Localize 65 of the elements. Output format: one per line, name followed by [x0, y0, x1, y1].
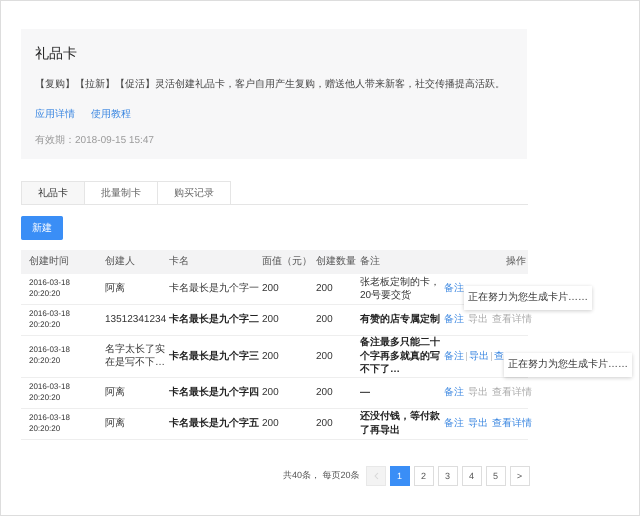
action-link[interactable]: 查看详情: [492, 416, 532, 430]
table-cell-text: 卡名最长是九个字三: [169, 350, 260, 363]
table-cell-text: 200: [316, 386, 334, 400]
tab[interactable]: 批量制卡: [85, 181, 158, 205]
table-cell-text: 200: [262, 350, 280, 363]
page-button[interactable]: 3: [438, 466, 458, 486]
chevron-left-icon: [372, 472, 379, 480]
tab[interactable]: 礼品卡: [21, 181, 85, 205]
table-cell-text: 13512341234: [105, 313, 168, 327]
column-header: 创建人: [105, 255, 136, 269]
column-header: 创建数量: [316, 255, 357, 269]
page-button[interactable]: 5: [486, 466, 506, 486]
action-link[interactable]: 导出: [468, 416, 488, 430]
table-cell-text: 卡名最长是九个字二: [169, 313, 260, 327]
table-cell-text: 200: [316, 282, 334, 296]
tooltip: 正在努力为您生成卡片……: [504, 353, 632, 377]
card-title: 礼品卡: [35, 45, 78, 63]
table-cell-text: 200: [262, 386, 280, 400]
table-cell-text: 阿离: [105, 282, 126, 296]
page-button[interactable]: 1: [390, 466, 410, 486]
table-cell-text: 卡名最长是九个字一: [169, 282, 260, 296]
validity-text: 有效期：2018-09-15 15:47: [35, 134, 155, 147]
table-cell-text: 200: [316, 313, 334, 327]
tooltip: 正在努力为您生成卡片……: [464, 286, 592, 310]
table-cell-text: 张老板定制的卡，20号要交货: [360, 276, 441, 302]
action-link[interactable]: 备注: [444, 386, 464, 400]
table-cell-text: 卡名最长是九个字四: [169, 386, 260, 400]
table-cell-text: 2016-03-18 20:20:20: [28, 278, 71, 300]
table-cell-text: 有赞的店专属定制: [360, 313, 441, 327]
table-cell-text: 2016-03-18 20:20:20: [28, 382, 71, 404]
action-link[interactable]: 备注: [444, 313, 464, 327]
next-page-button[interactable]: >: [510, 466, 530, 486]
action-link[interactable]: 备注: [444, 282, 464, 296]
table-cell-text: 名字太长了实在是写不下…: [105, 342, 166, 370]
table-cell-text: 卡名最长是九个字五: [169, 416, 260, 430]
column-header: 操作: [505, 255, 527, 269]
table-cell-text: 200: [316, 416, 334, 430]
card-description: 【复购】【拉新】【促活】灵活创建礼品卡，客户自用产生复购，赠送他人带来新客，社交传播提高活跃。: [35, 78, 506, 91]
pagination-summary: 共40条， 每页20条: [283, 469, 360, 482]
table-cell-text: 还没付钱，等付款了再导出: [360, 410, 441, 437]
table-cell-text: —: [360, 386, 371, 400]
action-link[interactable]: 备注: [444, 350, 464, 363]
table-cell-text: 200: [262, 313, 280, 327]
table-cell-text: 2016-03-18 20:20:20: [28, 412, 71, 434]
page-button[interactable]: 2: [414, 466, 434, 486]
action-link[interactable]: 备注: [444, 416, 464, 430]
table-cell-text: 2016-03-18 20:20:20: [28, 345, 71, 368]
page-button[interactable]: 4: [462, 466, 482, 486]
column-header: 卡名: [169, 255, 190, 269]
link[interactable]: 使用教程: [91, 107, 131, 121]
table-cell-text: 200: [262, 416, 280, 430]
action-link[interactable]: 导出: [469, 350, 489, 363]
table-cell-text: 备注最多只能二十个字再多就真的写不下了…: [360, 336, 441, 376]
column-header: 创建时间: [28, 255, 70, 269]
table-cell-text: 阿离: [105, 386, 126, 400]
link[interactable]: 应用详情: [35, 107, 75, 121]
column-header: 备注: [360, 255, 381, 269]
tab[interactable]: 购买记录: [158, 181, 231, 205]
table-cell-text: 阿离: [105, 416, 126, 430]
new-button[interactable]: 新建: [21, 216, 63, 240]
table-cell-text: 2016-03-18 20:20:20: [28, 309, 71, 331]
action-link[interactable]: 查: [494, 350, 504, 363]
table-cell-text: 200: [262, 282, 280, 296]
column-header: 面值（元）: [262, 255, 313, 269]
table-cell-text: 200: [316, 350, 334, 363]
